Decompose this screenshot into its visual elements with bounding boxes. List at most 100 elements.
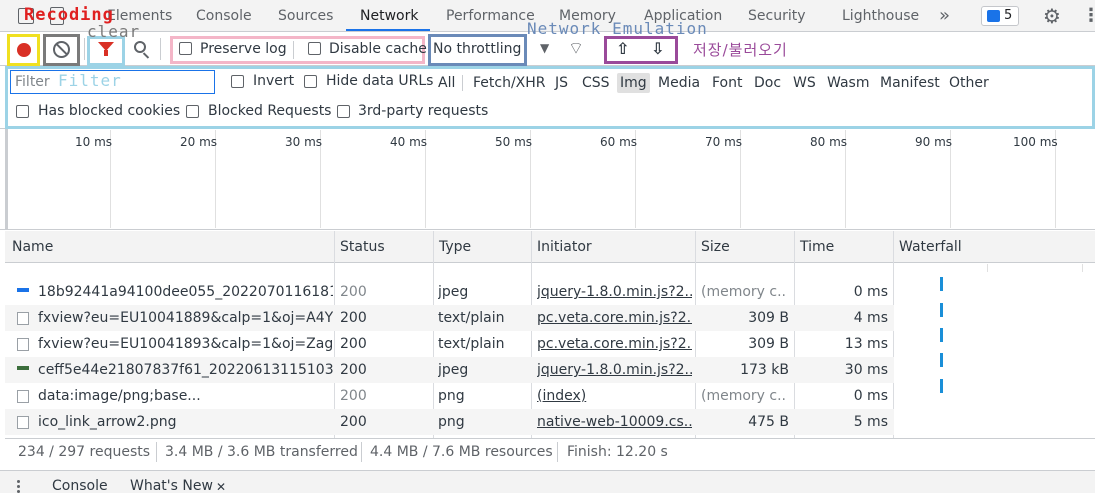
column-header-type[interactable]: Type — [439, 239, 471, 255]
request-time: 4 ms — [853, 310, 888, 326]
request-time: 30 ms — [844, 362, 888, 378]
clear-slash — [55, 43, 69, 56]
invert-checkbox[interactable] — [231, 75, 244, 88]
table-row[interactable]: ico_link_arrow2.png 200 png native-web-1… — [5, 409, 894, 435]
waterfall-bar[interactable] — [940, 328, 943, 342]
type-filter-ws[interactable]: WS — [790, 73, 819, 93]
timeline-tick-label: 30 ms — [285, 135, 323, 149]
request-initiator[interactable]: jquery-1.8.0.min.js?2... — [537, 279, 692, 305]
type-filter-doc[interactable]: Doc — [751, 73, 784, 93]
drawer-menu-icon[interactable] — [17, 480, 21, 493]
request-status: 200 — [340, 284, 367, 300]
request-status: 200 — [340, 310, 367, 326]
tab-security[interactable]: Security — [748, 0, 806, 32]
type-filter-all[interactable]: All — [435, 73, 458, 93]
column-header-time[interactable]: Time — [800, 239, 834, 255]
third-party-requests-checkbox[interactable] — [337, 105, 350, 118]
timeline-tick-label: 100 ms — [1013, 135, 1058, 149]
table-row[interactable]: fxview?eu=EU10041889&calp=1&oj=A4Yj... 2… — [5, 305, 894, 331]
column-header-name[interactable]: Name — [12, 239, 53, 255]
issues-counter-button[interactable]: 5 — [981, 6, 1019, 26]
summary-separator — [156, 442, 157, 462]
throttling-dropdown-icon[interactable]: ▼ — [540, 41, 549, 55]
column-header-initiator[interactable]: Initiator — [537, 239, 592, 255]
type-filter-other[interactable]: Other — [946, 73, 992, 93]
tab-console[interactable]: Console — [196, 0, 252, 32]
save-load-annotation: 저장/불러오기 — [693, 41, 788, 59]
table-row[interactable]: ceff5e44e21807837f61_202206131151030... … — [5, 357, 894, 383]
request-initiator[interactable]: pc.veta.core.min.js?2... — [537, 305, 692, 331]
type-filter-media[interactable]: Media — [655, 73, 703, 93]
request-name: ceff5e44e21807837f61_202206131151030... — [38, 362, 333, 378]
tab-network[interactable]: Network — [360, 0, 418, 32]
type-filter-manifest[interactable]: Manifest — [877, 73, 943, 93]
request-time: 0 ms — [853, 284, 888, 300]
document-icon — [17, 312, 29, 325]
waterfall-bar[interactable] — [940, 303, 943, 317]
hide-data-urls-label: Hide data URLs — [326, 73, 434, 89]
type-filter-fetch-xhr[interactable]: Fetch/XHR — [470, 73, 549, 93]
request-initiator[interactable]: jquery-1.8.0.min.js?2... — [537, 357, 692, 383]
waterfall-bar[interactable] — [940, 277, 943, 291]
clear-button[interactable] — [53, 41, 70, 58]
type-filter-img[interactable]: Img — [617, 73, 650, 93]
document-icon — [17, 338, 29, 351]
timeline-tick-label: 50 ms — [495, 135, 533, 149]
throttling-select[interactable]: No throttling — [433, 41, 521, 57]
request-size: (memory c... — [701, 284, 786, 300]
record-button[interactable] — [17, 43, 31, 57]
waterfall-gridline — [987, 264, 988, 272]
type-filter-wasm[interactable]: Wasm — [824, 73, 872, 93]
import-har-upload-icon[interactable]: ⇧ — [616, 39, 629, 58]
blocked-requests-checkbox[interactable] — [186, 105, 199, 118]
waterfall-bar[interactable] — [940, 353, 943, 367]
request-type: jpeg — [438, 362, 469, 378]
network-emulation-annotation: Network Emulation — [527, 19, 708, 38]
table-row[interactable]: fxview?eu=EU10041893&calp=1&oj=Zag... 20… — [5, 331, 894, 357]
search-icon[interactable] — [134, 41, 146, 53]
hide-data-urls-checkbox[interactable] — [304, 75, 317, 88]
issues-icon — [987, 10, 1000, 22]
has-blocked-cookies-label: Has blocked cookies — [38, 103, 181, 119]
tab-performance[interactable]: Performance — [446, 0, 535, 32]
type-filter-js[interactable]: JS — [552, 73, 571, 93]
more-tabs-button[interactable]: » — [939, 0, 950, 32]
column-header-size[interactable]: Size — [701, 239, 730, 255]
tab-sources[interactable]: Sources — [278, 0, 333, 32]
more-options-icon[interactable]: ⋮ — [1082, 5, 1095, 27]
request-count: 234 / 297 requests — [18, 444, 151, 460]
request-size: 173 kB — [740, 362, 789, 378]
close-icon[interactable]: ✕ — [216, 480, 226, 493]
table-row[interactable]: 18b92441a94100dee055_2022070116181... 20… — [5, 279, 894, 305]
request-type: png — [438, 388, 465, 404]
request-initiator[interactable]: pc.veta.core.min.js?2... — [537, 331, 692, 357]
request-time: 0 ms — [853, 388, 888, 404]
tab-lighthouse[interactable]: Lighthouse — [842, 0, 919, 32]
column-header-status[interactable]: Status — [340, 239, 385, 255]
table-row[interactable]: data:image/png;base... 200 png (index) (… — [5, 383, 894, 409]
request-status: 200 — [340, 414, 367, 430]
active-tab-indicator — [346, 29, 430, 31]
preserve-log-checkbox[interactable] — [179, 42, 192, 55]
type-filter-css[interactable]: CSS — [579, 73, 613, 93]
request-initiator[interactable]: native-web-10009.cs... — [537, 409, 692, 435]
export-har-download-icon[interactable]: ⇩ — [651, 39, 664, 58]
request-time: 13 ms — [844, 336, 888, 352]
type-filter-font[interactable]: Font — [709, 73, 745, 93]
column-header-waterfall[interactable]: Waterfall — [899, 239, 962, 255]
settings-gear-icon[interactable]: ⚙ — [1043, 5, 1061, 27]
filter-funnel-stem — [104, 50, 108, 56]
menu-dot — [17, 480, 20, 483]
network-conditions-wifi-icon[interactable]: ⌔ — [568, 38, 584, 59]
document-icon — [17, 390, 29, 403]
drawer-tab-console[interactable]: Console — [52, 478, 108, 493]
drawer-tab-whats-new[interactable]: What's New — [130, 478, 213, 493]
disable-cache-checkbox[interactable] — [308, 42, 321, 55]
request-name: data:image/png;base... — [38, 388, 201, 404]
request-initiator[interactable]: (index) — [537, 383, 692, 409]
waterfall-bar[interactable] — [940, 379, 943, 393]
request-type: text/plain — [438, 336, 505, 352]
menu-dot — [17, 485, 20, 488]
has-blocked-cookies-checkbox[interactable] — [16, 105, 29, 118]
document-icon — [17, 416, 29, 429]
